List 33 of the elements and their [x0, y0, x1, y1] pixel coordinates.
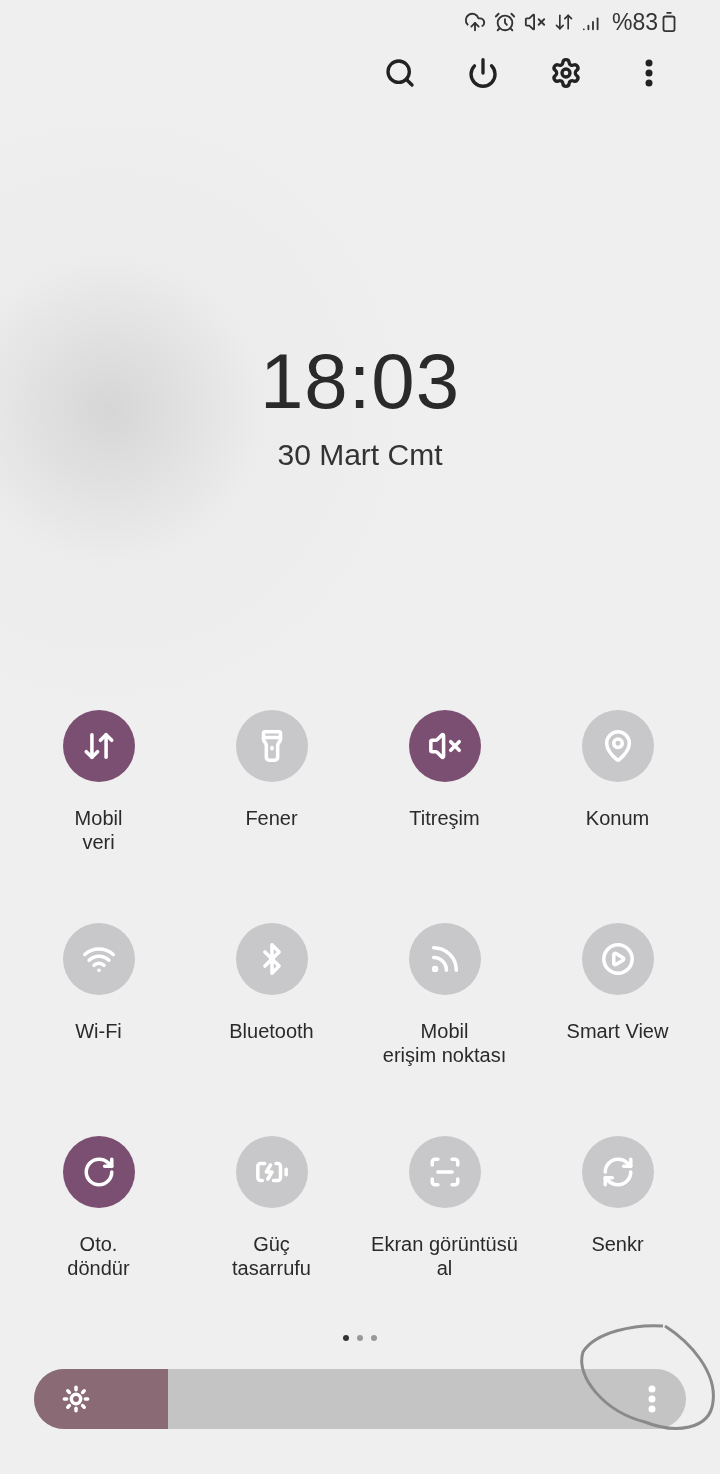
- toggle-label: Güç tasarrufu: [232, 1232, 311, 1280]
- clock-time: 18:03: [258, 342, 462, 420]
- alarm-icon: [493, 11, 516, 33]
- brightness-slider[interactable]: [34, 1369, 686, 1429]
- toggle-label: Bluetooth: [229, 1019, 314, 1043]
- search-icon: [384, 57, 416, 89]
- page-dot[interactable]: [371, 1335, 377, 1341]
- toggle-label: Mobil erişim noktası: [382, 1019, 507, 1067]
- toggle-label: Titreşim: [409, 806, 480, 830]
- cloud-upload-icon: [463, 11, 486, 33]
- toggle-label: Fener: [245, 806, 298, 830]
- settings-icon: [550, 57, 582, 89]
- page-dot[interactable]: [343, 1335, 349, 1341]
- power-icon: [467, 57, 499, 89]
- toggle-label: Konum: [585, 806, 650, 830]
- play-circle-icon: [600, 942, 635, 976]
- menu-icon: [645, 59, 653, 87]
- more-icon: [648, 1385, 656, 1413]
- screenshot-icon: [427, 1155, 462, 1189]
- battery-percent: %83: [611, 8, 658, 36]
- more-button[interactable]: [648, 1385, 656, 1413]
- muted-icon: [523, 11, 546, 33]
- toggle-label: Wi-Fi: [75, 1019, 122, 1043]
- sync-icon: [600, 1155, 635, 1189]
- page-dot[interactable]: [357, 1335, 363, 1341]
- toggle-label: Ekran görüntüsü al: [371, 1232, 518, 1280]
- data-arrows-icon: [553, 12, 574, 32]
- toggle-label: Oto. döndür: [67, 1232, 130, 1280]
- sun-icon: [62, 1385, 90, 1413]
- toggle-label: Mobil veri: [74, 806, 123, 854]
- toggle-label: Senkr: [591, 1232, 644, 1256]
- toggle-label: Smart View: [566, 1019, 669, 1043]
- clock-date: 30 Mart Cmt: [276, 438, 444, 472]
